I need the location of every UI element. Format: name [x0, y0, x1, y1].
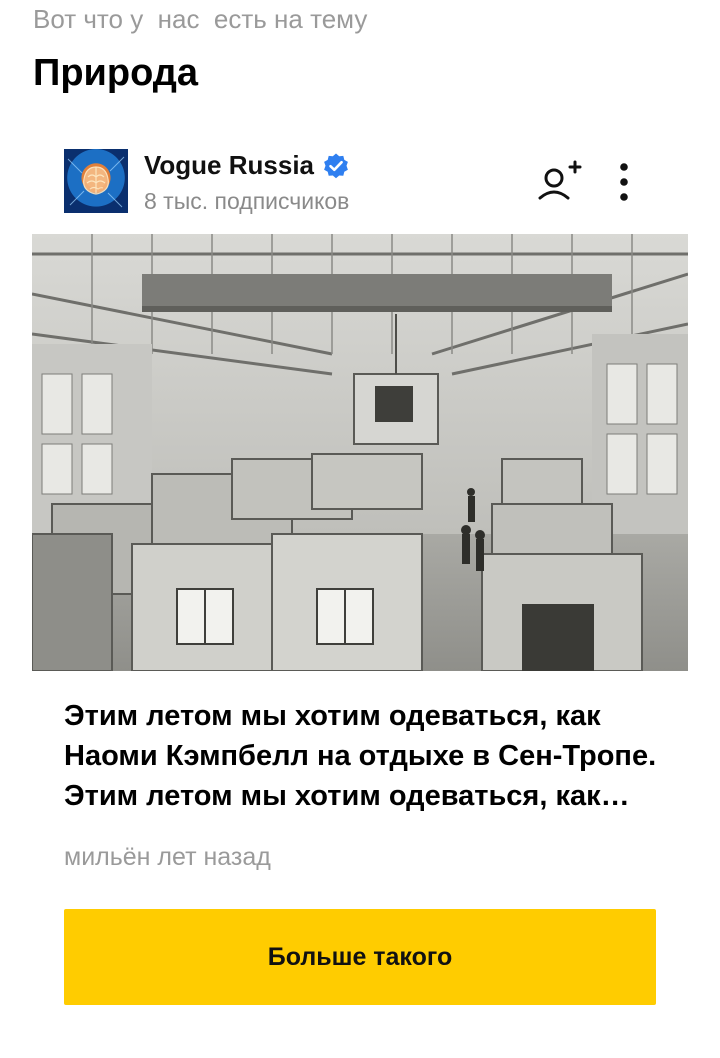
add-user-icon	[538, 160, 582, 200]
article-timestamp: мильён лет назад	[64, 843, 271, 871]
channel-header: Vogue Russia 8 тыс. подписчиков	[64, 148, 656, 216]
topic-hint: Вот что у нас есть на тему	[33, 4, 368, 34]
more-like-this-button[interactable]: Больше такого	[64, 909, 656, 1005]
subscribe-button[interactable]	[536, 158, 584, 206]
article-cover-image[interactable]	[32, 234, 688, 671]
more-like-this-label: Больше такого	[267, 942, 453, 971]
channel-name-label: Vogue Russia	[144, 150, 315, 180]
brain-icon	[67, 156, 125, 208]
feed-card-page: Вот что у нас есть на тему Природа Vogue…	[0, 0, 720, 1058]
channel-name[interactable]: Vogue Russia	[144, 150, 350, 181]
verified-badge-icon	[324, 153, 348, 178]
article-headline[interactable]: Этим летом мы хотим одеваться, как Наоми…	[64, 696, 664, 816]
topic-title: Природа	[33, 52, 199, 94]
subscriber-count: 8 тыс. подписчиков	[144, 188, 350, 214]
channel-avatar[interactable]	[64, 149, 128, 213]
more-options-button[interactable]	[610, 158, 638, 206]
more-vertical-icon	[620, 163, 628, 201]
